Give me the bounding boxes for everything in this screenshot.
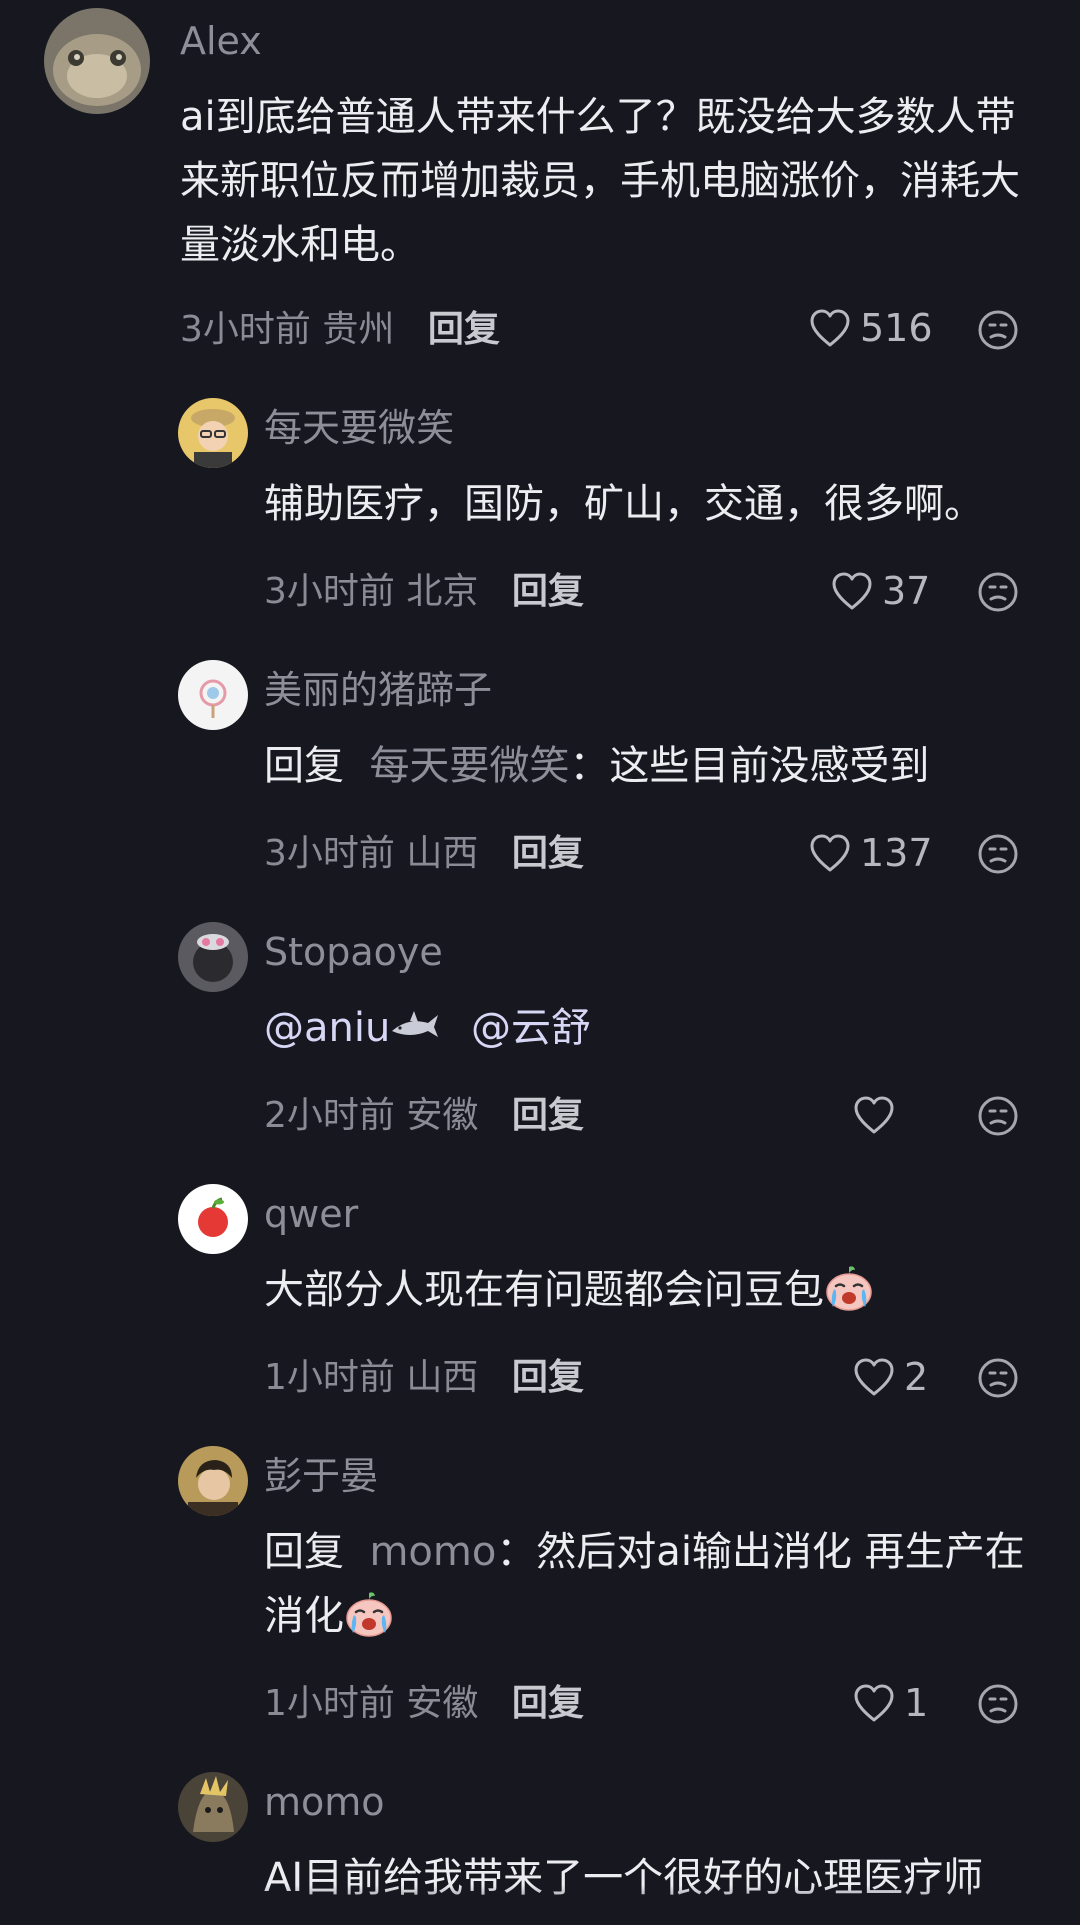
- comment-meta: 3小时前 山西 回复: [264, 836, 584, 872]
- avatar-image-icon: [178, 922, 248, 992]
- reply-target-username[interactable]: 每天要微笑: [369, 743, 569, 789]
- reply-button[interactable]: 回复: [512, 1683, 584, 1724]
- like-count: 1: [904, 1681, 929, 1725]
- comment-location: 安徽: [406, 1095, 479, 1136]
- reply-button[interactable]: 回复: [512, 1357, 584, 1398]
- heart-outline-icon: [808, 833, 852, 873]
- shark-emoji-icon: [392, 1011, 439, 1037]
- comment-location: 山西: [406, 833, 479, 874]
- comment-item: 彭于晏 回复 momo：然后对ai输出消化 再生产在消化 1小时前 安徽 回复 …: [0, 1438, 1080, 1728]
- comment-username[interactable]: Stopaoye: [264, 933, 443, 971]
- heart-outline-icon: [852, 1357, 896, 1397]
- comment-meta: 1小时前 山西 回复: [264, 1360, 584, 1396]
- mention-link[interactable]: @aniu: [264, 1005, 390, 1051]
- dislike-face-icon[interactable]: [977, 309, 1019, 351]
- comment-time: 3小时前: [180, 309, 311, 350]
- comment-username[interactable]: Alex: [180, 22, 262, 60]
- comment-username[interactable]: 彭于晏: [264, 1457, 378, 1495]
- comment-item: Stopaoye @aniu @云舒 2小时前 安徽 回复: [0, 914, 1080, 1144]
- comment-text: 回复 每天要微笑：这些目前没感受到: [264, 734, 1040, 798]
- heart-outline-icon: [808, 308, 852, 348]
- reply-button[interactable]: 回复: [428, 309, 500, 350]
- crying-face-emoji-icon: [344, 1591, 394, 1637]
- comment-username[interactable]: 美丽的猪蹄子: [264, 671, 492, 709]
- comment-location: 贵州: [322, 309, 395, 350]
- heart-outline-icon: [830, 571, 874, 611]
- comment-meta: 3小时前 贵州 回复: [180, 312, 500, 348]
- like-button[interactable]: 137: [808, 831, 933, 875]
- comment-time: 1小时前: [264, 1357, 395, 1398]
- comment-meta: 1小时前 安徽 回复: [264, 1686, 584, 1722]
- comment-text: 回复 momo：然后对ai输出消化 再生产在消化: [264, 1520, 1040, 1648]
- comment-meta: 3小时前 北京 回复: [264, 574, 584, 610]
- dislike-face-icon[interactable]: [977, 571, 1019, 613]
- dislike-face-icon[interactable]: [977, 1095, 1019, 1137]
- dislike-face-icon[interactable]: [977, 833, 1019, 875]
- like-button[interactable]: 2: [852, 1355, 928, 1399]
- comment-item: Alex ai到底给普通人带来什么了？既没给大多数人带来新职位反而增加裁员，手机…: [0, 0, 1080, 360]
- comment-body: ：这些目前没感受到: [569, 743, 930, 789]
- like-button[interactable]: 37: [830, 569, 930, 613]
- avatar[interactable]: [178, 922, 248, 992]
- avatar-image-icon: [178, 398, 248, 468]
- scroll-fade: [0, 1885, 1080, 1925]
- avatar[interactable]: [178, 660, 248, 730]
- comment-item: 每天要微笑 辅助医疗，国防，矿山，交通，很多啊。 3小时前 北京 回复 37: [0, 390, 1080, 620]
- comment-username[interactable]: qwer: [264, 1195, 358, 1233]
- like-count: 2: [904, 1355, 929, 1399]
- comment-time: 3小时前: [264, 571, 395, 612]
- reply-prefix: 回复: [264, 743, 344, 789]
- comment-username[interactable]: 每天要微笑: [264, 409, 454, 447]
- comment-time: 1小时前: [264, 1683, 395, 1724]
- comment-location: 山西: [406, 1357, 479, 1398]
- avatar[interactable]: [178, 1184, 248, 1254]
- comment-text: 辅助医疗，国防，矿山，交通，很多啊。: [264, 481, 984, 527]
- comment-text: 大部分人现在有问题都会问豆包: [264, 1258, 1040, 1322]
- dislike-face-icon[interactable]: [977, 1683, 1019, 1725]
- comment-location: 北京: [406, 571, 479, 612]
- avatar-image-icon: [178, 1772, 248, 1842]
- like-count: 516: [860, 306, 933, 350]
- like-button[interactable]: 1: [852, 1681, 928, 1725]
- avatar-image-icon: [44, 8, 150, 114]
- crying-face-emoji-icon: [824, 1265, 874, 1311]
- mention-link[interactable]: @云舒: [471, 1005, 591, 1051]
- comment-time: 2小时前: [264, 1095, 395, 1136]
- comment-location: 安徽: [406, 1683, 479, 1724]
- comment-item: qwer 大部分人现在有问题都会问豆包 1小时前 山西 回复 2: [0, 1176, 1080, 1406]
- comment-item: 美丽的猪蹄子 回复 每天要微笑：这些目前没感受到 3小时前 山西 回复 137: [0, 652, 1080, 882]
- reply-button[interactable]: 回复: [512, 571, 584, 612]
- avatar[interactable]: [178, 398, 248, 468]
- avatar-image-icon: [178, 660, 248, 730]
- avatar[interactable]: [178, 1772, 248, 1842]
- avatar[interactable]: [44, 8, 150, 114]
- reply-prefix: 回复: [264, 1529, 344, 1575]
- comment-text: ai到底给普通人带来什么了？既没给大多数人带来新职位反而增加裁员，手机电脑涨价，…: [180, 94, 1020, 268]
- reply-button[interactable]: 回复: [512, 833, 584, 874]
- comment-time: 3小时前: [264, 833, 395, 874]
- like-button[interactable]: [852, 1093, 904, 1137]
- like-count: 37: [882, 569, 931, 613]
- like-button[interactable]: 516: [808, 306, 933, 350]
- heart-outline-icon: [852, 1095, 896, 1135]
- comment-item: momo AI目前给我带来了一个很好的心理医疗师: [0, 1764, 1080, 1925]
- avatar[interactable]: [178, 1446, 248, 1516]
- reply-button[interactable]: 回复: [512, 1095, 584, 1136]
- reply-target-username[interactable]: momo: [369, 1529, 496, 1575]
- avatar-image-icon: [178, 1184, 248, 1254]
- comment-username[interactable]: momo: [264, 1783, 385, 1821]
- heart-outline-icon: [852, 1683, 896, 1723]
- avatar-image-icon: [178, 1446, 248, 1516]
- like-count: 137: [860, 831, 933, 875]
- comment-body: 大部分人现在有问题都会问豆包: [264, 1267, 824, 1313]
- comment-text: @aniu @云舒: [264, 996, 1040, 1060]
- dislike-face-icon[interactable]: [977, 1357, 1019, 1399]
- comment-meta: 2小时前 安徽 回复: [264, 1098, 584, 1134]
